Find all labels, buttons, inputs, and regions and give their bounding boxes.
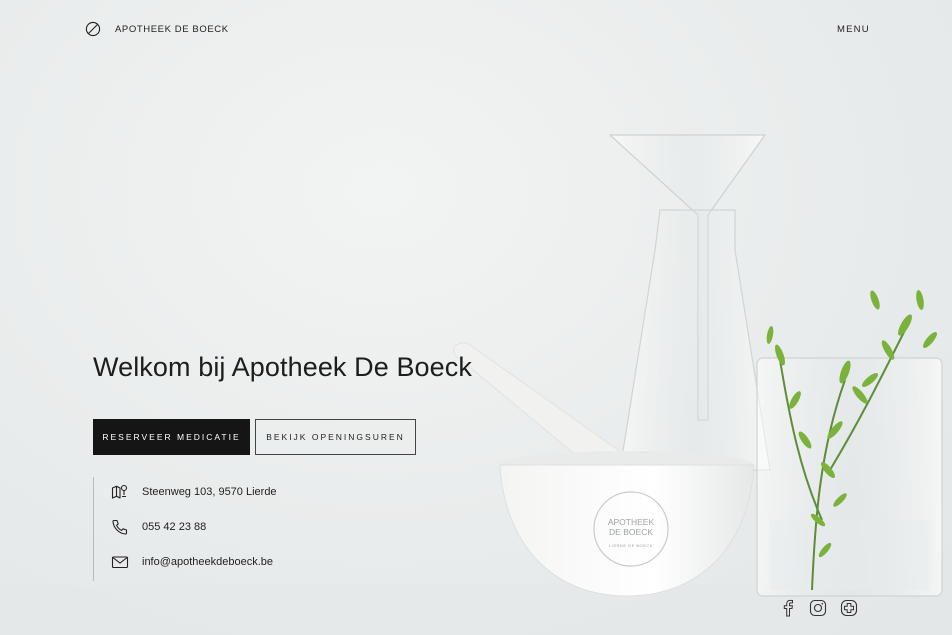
no-entry-circle-icon — [85, 21, 101, 37]
email-text: info@apotheekdeboeck.be — [142, 556, 274, 568]
instagram-link[interactable] — [808, 598, 828, 618]
pharmacy-link[interactable] — [839, 598, 859, 618]
map-pin-icon — [111, 484, 128, 499]
logo-text: APOTHEEK DE BOECK — [115, 23, 229, 35]
facebook-icon — [783, 599, 793, 617]
facebook-link[interactable] — [778, 598, 798, 618]
envelope-icon — [111, 556, 129, 569]
logo[interactable]: APOTHEEK DE BOECK — [85, 21, 229, 37]
reserve-medication-button[interactable]: RESERVEER MEDICATIE — [93, 419, 250, 455]
pharmacy-cross-icon — [840, 599, 858, 617]
mortar-stamp: APOTHEEK DE BOECK LIERDE DE BOECK — [594, 517, 668, 551]
instagram-icon — [809, 599, 827, 617]
email-row[interactable]: info@apotheekdeboeck.be — [111, 553, 273, 571]
phone-row[interactable]: 055 42 23 88 — [111, 518, 206, 536]
opening-hours-button[interactable]: BEKIJK OPENINGSUREN — [255, 419, 416, 455]
mortar-stamp-line2: DE BOECK — [609, 527, 653, 537]
site-header: APOTHEEK DE BOECK MENU — [0, 0, 952, 58]
page-title: Welkom bij Apotheek De Boeck — [93, 352, 472, 382]
phone-icon — [112, 519, 128, 535]
address-row[interactable]: Steenweg 103, 9570 Lierde — [111, 483, 277, 501]
mortar-stamp-line1: APOTHEEK — [607, 517, 655, 527]
address-text: Steenweg 103, 9570 Lierde — [142, 486, 277, 498]
contact-info: Steenweg 103, 9570 Lierde 055 42 23 88 i… — [93, 477, 314, 581]
phone-text: 055 42 23 88 — [142, 521, 207, 533]
menu-button[interactable]: MENU — [837, 24, 870, 35]
mortar-stamp-line3: LIERDE DE BOECK — [609, 543, 653, 548]
